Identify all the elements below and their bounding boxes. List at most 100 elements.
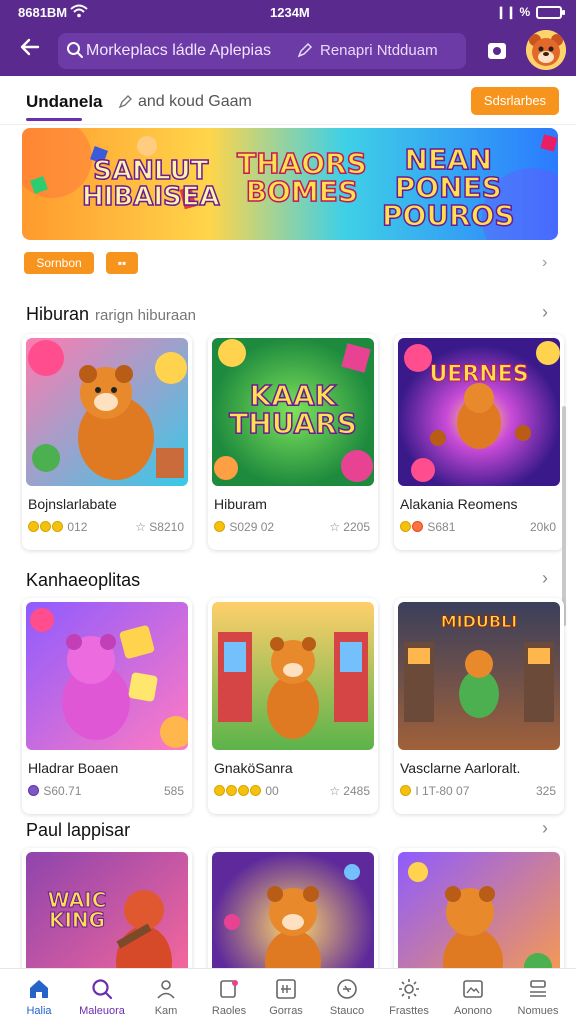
signal-icon: ❙❙ % [496,5,531,19]
coin-icon [40,521,51,532]
nav-label: Halia [26,1005,52,1017]
section-title: Paul lappisar [26,820,130,841]
section-title-text: Hiburan [26,304,90,324]
card-meta-right: ☆ S8210 [135,520,184,534]
card-title: Alakania Reomens [400,496,518,512]
nav-item-tags[interactable]: Raoles [197,969,261,1024]
tab-active-indicator [26,118,82,121]
menu-icon [530,980,546,997]
nav-item-home[interactable]: Halia [7,969,71,1024]
banner-title-1: SANLUT HIBAISEA [81,156,220,212]
home-icon [30,980,48,998]
card-meta-left: 012 [67,520,88,534]
scrollbar[interactable] [562,406,566,626]
nav-item-search[interactable]: Maleuora [70,969,134,1024]
game-card[interactable]: WAIC KING [22,848,192,968]
card-title: Vasclarne Aarloralt. [400,760,521,776]
coin-icon [28,521,39,532]
game-card[interactable] [208,848,378,968]
chevron-right-icon[interactable]: › [542,568,548,589]
camera-button[interactable] [486,40,508,62]
game-thumbnail [26,338,188,486]
card-meta-right: 585 [163,784,184,798]
game-card[interactable] [394,848,564,968]
nav-item-settings[interactable]: Frasttes [377,969,441,1024]
card-coins: 00 [214,784,279,798]
app-root: 8681BM 1234M ❙❙ % Morkeplacs ládle Aplep… [0,0,576,1024]
nav-item-media[interactable]: Aonono [441,969,505,1024]
nav-label: Gorras [269,1005,303,1017]
game-thumbnail [212,602,374,750]
search-icon [67,42,83,58]
coin-icon [400,785,411,796]
action-button[interactable]: Sdsrlarbes [471,87,559,115]
divider [0,124,576,125]
search-query-text: Morkeplacs ládle Aplepias [86,42,271,59]
game-thumbnail [26,602,188,750]
section-title: Hiburan rarign hiburaan [26,304,196,325]
chevron-right-icon[interactable]: › [542,302,548,323]
card-coins: S60.71 [28,784,81,798]
heart-icon [412,521,423,532]
tab-active[interactable]: Undanela [26,92,103,112]
card-meta-left: S60.71 [43,784,82,798]
chat-icon [337,979,357,999]
thumbnail-title: UERNES [429,362,529,387]
game-card[interactable]: UERNES Alakania Reomens S681 20k0 [394,334,564,550]
coin-icon [238,785,249,796]
coin-icon [214,521,225,532]
avatar[interactable] [526,30,566,70]
card-coins: S029 02 [214,520,274,534]
nav-label: Stauco [329,1005,365,1017]
card-meta-left: I 1T-80 07 [415,784,470,798]
game-card[interactable]: Bojnslarlabate 012 ☆ S8210 [22,334,192,550]
arrow-left-icon [20,38,40,56]
banner-title-3: NEAN PONES POUROS [381,143,515,232]
user-icon [157,980,175,999]
tab-second[interactable]: and koud Gaam [138,93,252,111]
nav-item-menu[interactable]: Nomues [506,969,570,1024]
pencil-icon [297,42,313,58]
coin-icon [52,521,63,532]
card-meta-left: S029 02 [229,520,275,534]
filter-chip[interactable]: Sornbon [24,252,94,274]
promo-banner[interactable]: SANLUT HIBAISEA THAORS BOMES NEAN PONES … [22,128,558,240]
main-content: Undanela and koud Gaam Sdsrlarbes SANLUT… [0,76,576,968]
grid-icon [276,979,296,999]
card-meta-left: 00 [265,784,279,798]
thumbnail-title: WAIC KING [47,888,107,932]
chevron-right-icon[interactable]: › [542,818,548,839]
game-card[interactable]: KAAK THUARS Hiburam S029 02 ☆ 2205 [208,334,378,550]
back-button[interactable] [14,36,44,66]
card-title: Hiburam [214,496,267,512]
coin-icon [250,785,261,796]
card-meta-right: 20k0 [529,520,556,534]
game-thumbnail [398,852,560,968]
nav-label: Nomues [517,1005,559,1017]
bottom-nav: Halia Maleuora Kam Raoles Gorras Stauco … [0,968,576,1024]
bear-avatar-icon [526,30,566,70]
section-title: Kanhaeoplitas [26,570,140,591]
image-icon [463,980,483,998]
gear-icon [399,979,419,999]
pencil-icon [118,95,132,109]
section-subtitle: rarign hiburaan [95,307,196,324]
nav-item-chat[interactable]: Stauco [315,969,379,1024]
card-coins: I 1T-80 07 [400,784,469,798]
game-card[interactable]: Hladrar Boaen S60.71 585 [22,598,192,814]
nav-label: Maleuora [79,1005,125,1017]
nav-item-games[interactable]: Gorras [254,969,318,1024]
filter-chip-icon[interactable]: ▪▪ [106,252,138,274]
game-card[interactable]: MIDUBLI Vasclarne Aarloralt. I 1T-80 07 … [394,598,564,814]
banner-title-2: THAORS BOMES [236,147,367,208]
chevron-right-icon[interactable]: › [542,254,547,272]
nav-item-profile[interactable]: Kam [134,969,198,1024]
status-left-text: 8681BM [18,5,68,20]
game-card[interactable]: GnaköSanra 00 ☆ 2485 [208,598,378,814]
game-thumbnail [212,852,374,968]
search-input[interactable]: Morkeplacs ládle Aplepias Renapri Ntddua… [58,33,466,69]
nav-label: Frasttes [389,1005,429,1017]
card-title: GnaköSanra [214,760,293,776]
nav-label: Raoles [211,1005,247,1017]
card-coins: 012 [28,520,87,534]
